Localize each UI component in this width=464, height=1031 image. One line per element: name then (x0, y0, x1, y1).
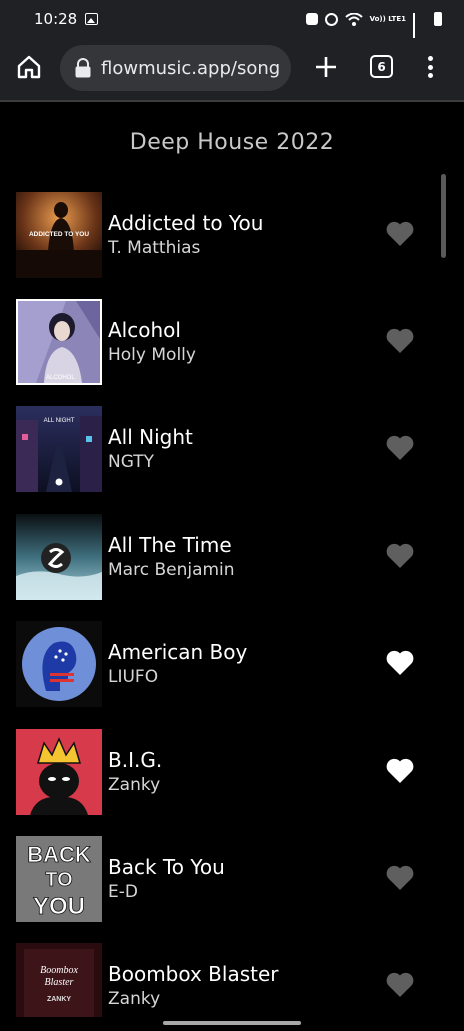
heart-icon[interactable] (385, 541, 415, 569)
heart-icon[interactable] (385, 433, 415, 461)
alarm-icon (324, 12, 338, 26)
song-row[interactable]: B.I.G. Zanky (0, 729, 440, 815)
song-title[interactable]: All Night (108, 425, 193, 449)
album-art-text: Blaster (45, 977, 74, 988)
plus-icon[interactable] (314, 55, 338, 79)
song-artist: Holy Molly (108, 345, 196, 365)
song-artist: Zanky (108, 989, 161, 1009)
heart-icon[interactable] (385, 648, 415, 676)
status-time: 10:28 (34, 10, 78, 28)
playlist-title: Deep House 2022 (129, 130, 335, 155)
song-row[interactable]: ALCOHOL Alcohol Holy Molly (0, 299, 440, 385)
album-art-text: Boombox (40, 965, 78, 976)
album-art-text: ALCOHOL (46, 375, 75, 381)
gallery-notification-icon (85, 13, 99, 25)
status-bar: 10:28 Vo)) LTE1 (0, 0, 464, 46)
album-art[interactable]: ALL NIGHT (16, 406, 102, 492)
song-artist: NGTY (108, 452, 155, 472)
song-row[interactable]: Boombox Blaster ZANKY Boombox Blaster Za… (0, 943, 440, 1017)
album-art-text: TO (45, 869, 72, 891)
heart-icon[interactable] (385, 970, 415, 998)
song-title[interactable]: B.I.G. (108, 748, 162, 772)
song-row[interactable]: ALL NIGHT All Night NGTY (0, 406, 440, 492)
song-title[interactable]: Back To You (108, 855, 225, 879)
song-title[interactable]: All The Time (108, 533, 232, 557)
album-art[interactable] (16, 514, 102, 600)
signal-icon (413, 13, 427, 46)
heart-icon[interactable] (385, 863, 415, 891)
volte-indicator: Vo)) LTE1 (369, 14, 406, 23)
song-row[interactable]: All The Time Marc Benjamin (0, 514, 440, 600)
song-artist: E-D (108, 882, 138, 902)
album-art[interactable] (16, 621, 102, 707)
lock-icon (75, 58, 91, 78)
browser-toolbar: flowmusic.app/song 6 (0, 38, 464, 100)
tab-switcher-button[interactable]: 6 (370, 55, 393, 78)
song-row[interactable]: American Boy LIUFO (0, 621, 440, 707)
song-artist: T. Matthias (108, 238, 201, 258)
album-art-text: YOU (33, 893, 85, 920)
heart-icon[interactable] (385, 219, 415, 247)
album-art-text: BACK (27, 842, 91, 867)
song-title[interactable]: American Boy (108, 640, 247, 664)
url-text[interactable]: flowmusic.app/song (101, 58, 280, 79)
home-icon[interactable] (16, 54, 42, 80)
song-artist: LIUFO (108, 667, 159, 687)
song-title[interactable]: Boombox Blaster (108, 962, 279, 986)
album-art-text: ALL NIGHT (44, 418, 75, 424)
song-row[interactable]: ADDICTED TO YOU Addicted to You T. Matth… (0, 192, 440, 278)
address-bar[interactable]: flowmusic.app/song (60, 45, 291, 91)
heart-icon[interactable] (385, 756, 415, 784)
song-artist: Marc Benjamin (108, 560, 235, 580)
song-row[interactable]: BACK TO YOU Back To You E-D (0, 836, 440, 922)
song-title[interactable]: Addicted to You (108, 211, 263, 235)
album-art-text: ADDICTED TO YOU (29, 231, 89, 238)
gesture-handle[interactable] (163, 1021, 301, 1025)
battery-icon (434, 12, 442, 26)
status-icons: Vo)) LTE1 (305, 12, 442, 46)
wifi-icon (344, 12, 363, 26)
album-art[interactable]: BACK TO YOU (16, 836, 102, 922)
album-art-text: ZANKY (47, 996, 71, 1003)
album-art[interactable]: ADDICTED TO YOU (16, 192, 102, 278)
heart-icon[interactable] (385, 326, 415, 354)
album-art[interactable]: Boombox Blaster ZANKY (16, 943, 102, 1017)
song-artist: Zanky (108, 775, 161, 795)
scrollbar-thumb[interactable] (441, 174, 446, 258)
more-vert-icon[interactable] (423, 53, 437, 81)
song-title[interactable]: Alcohol (108, 318, 181, 342)
album-art[interactable]: ALCOHOL (16, 299, 102, 385)
lock-notification-icon (305, 13, 318, 25)
album-art[interactable] (16, 729, 102, 815)
system-nav-bar (0, 1017, 464, 1031)
page-content[interactable]: Deep House 2022 ADDICTED TO YOU Addicted… (0, 102, 464, 1017)
